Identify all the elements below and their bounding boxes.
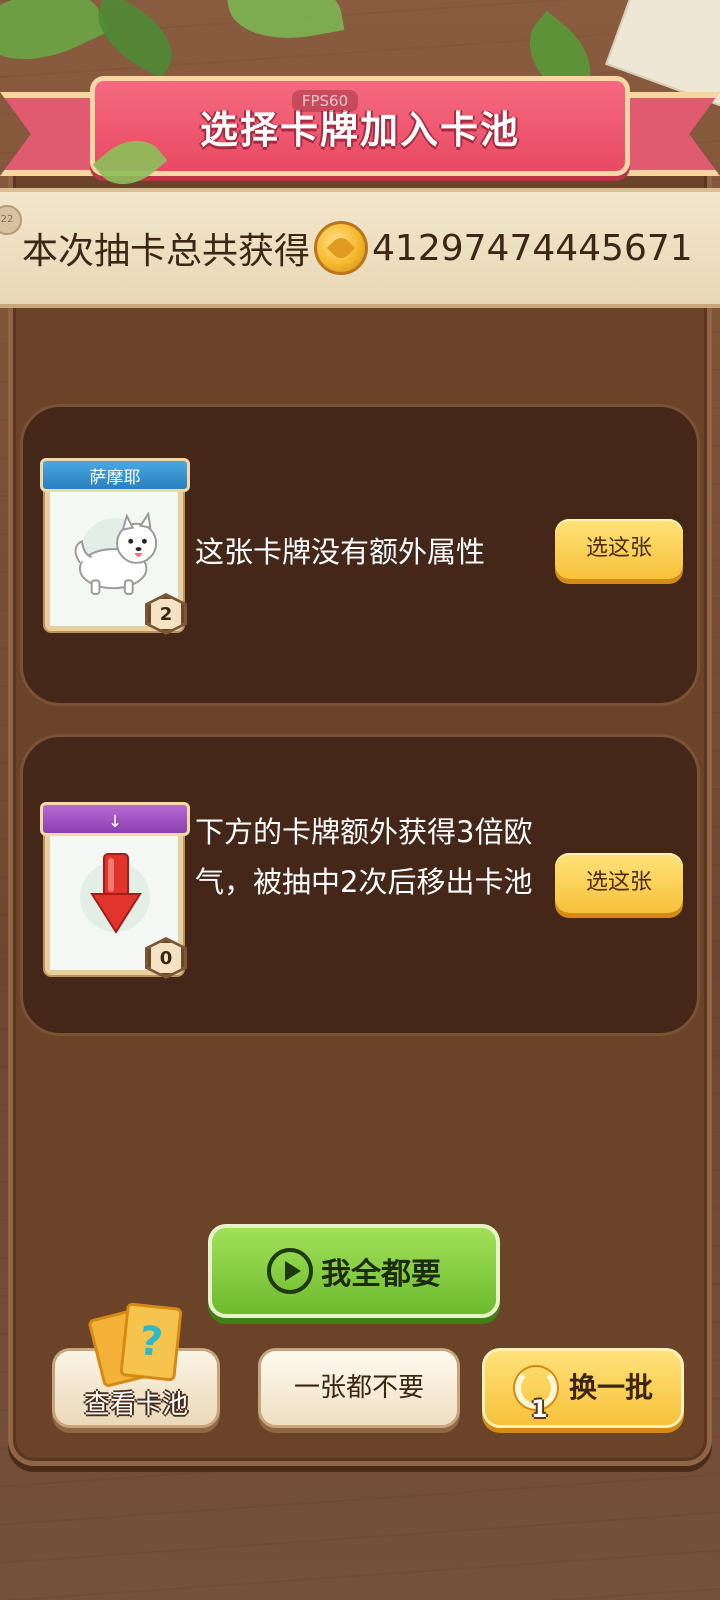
swap-batch-button[interactable]: 1 换一批 <box>482 1348 684 1428</box>
question-mark-icon: ? <box>119 1302 183 1382</box>
select-card-button[interactable]: 选这张 <box>555 519 683 579</box>
view-pool-label: 查看卡池 <box>83 1390 188 1420</box>
select-card-button[interactable]: 选这张 <box>555 853 683 913</box>
view-pool-button[interactable]: ? 查看卡池 <box>52 1302 220 1428</box>
play-video-icon <box>267 1248 313 1294</box>
take-all-label: 我全都要 <box>321 1257 441 1292</box>
down-arrow-icon <box>90 853 142 934</box>
card-description: 下方的卡牌额外获得3倍欧气，被抽中2次后移出卡池 <box>195 815 533 899</box>
reject-all-button[interactable]: 一张都不要 <box>258 1348 460 1428</box>
clover-coin-icon <box>314 221 369 275</box>
page-title: 选择卡牌加入卡池 <box>199 107 520 152</box>
fps-counter: FPS60 <box>292 90 358 112</box>
card-description: 这张卡牌没有额外属性 <box>195 535 486 569</box>
question-cards-icon: ? <box>87 1302 185 1389</box>
card-name-banner: 萨摩耶 <box>40 458 190 492</box>
card-name-banner: ↓ <box>40 802 190 836</box>
card-option: 萨摩耶 2 这张卡牌没有额外属性 选这张 <box>20 404 700 706</box>
card-down-arrow[interactable]: ↓ 0 <box>40 802 190 979</box>
card-option: ↓ 0 下方的卡牌额外获得3倍欧气，被抽中2次后移出卡池 选这张 <box>20 734 700 1036</box>
total-earned-value: 41297474445671 <box>372 227 693 269</box>
total-earned-label: 本次抽卡总共获得 <box>22 231 311 272</box>
total-earned-bar: 本次抽卡总共获得 41297474445671 <box>0 188 720 308</box>
swap-count: 1 <box>531 1395 548 1423</box>
title-ribbon: 选择卡牌加入卡池 <box>90 76 630 176</box>
take-all-button[interactable]: 我全都要 <box>208 1224 500 1318</box>
samoyed-dog-icon <box>74 512 158 596</box>
swap-batch-label: 换一批 <box>569 1371 654 1404</box>
card-samoyed[interactable]: 萨摩耶 2 <box>40 458 190 635</box>
